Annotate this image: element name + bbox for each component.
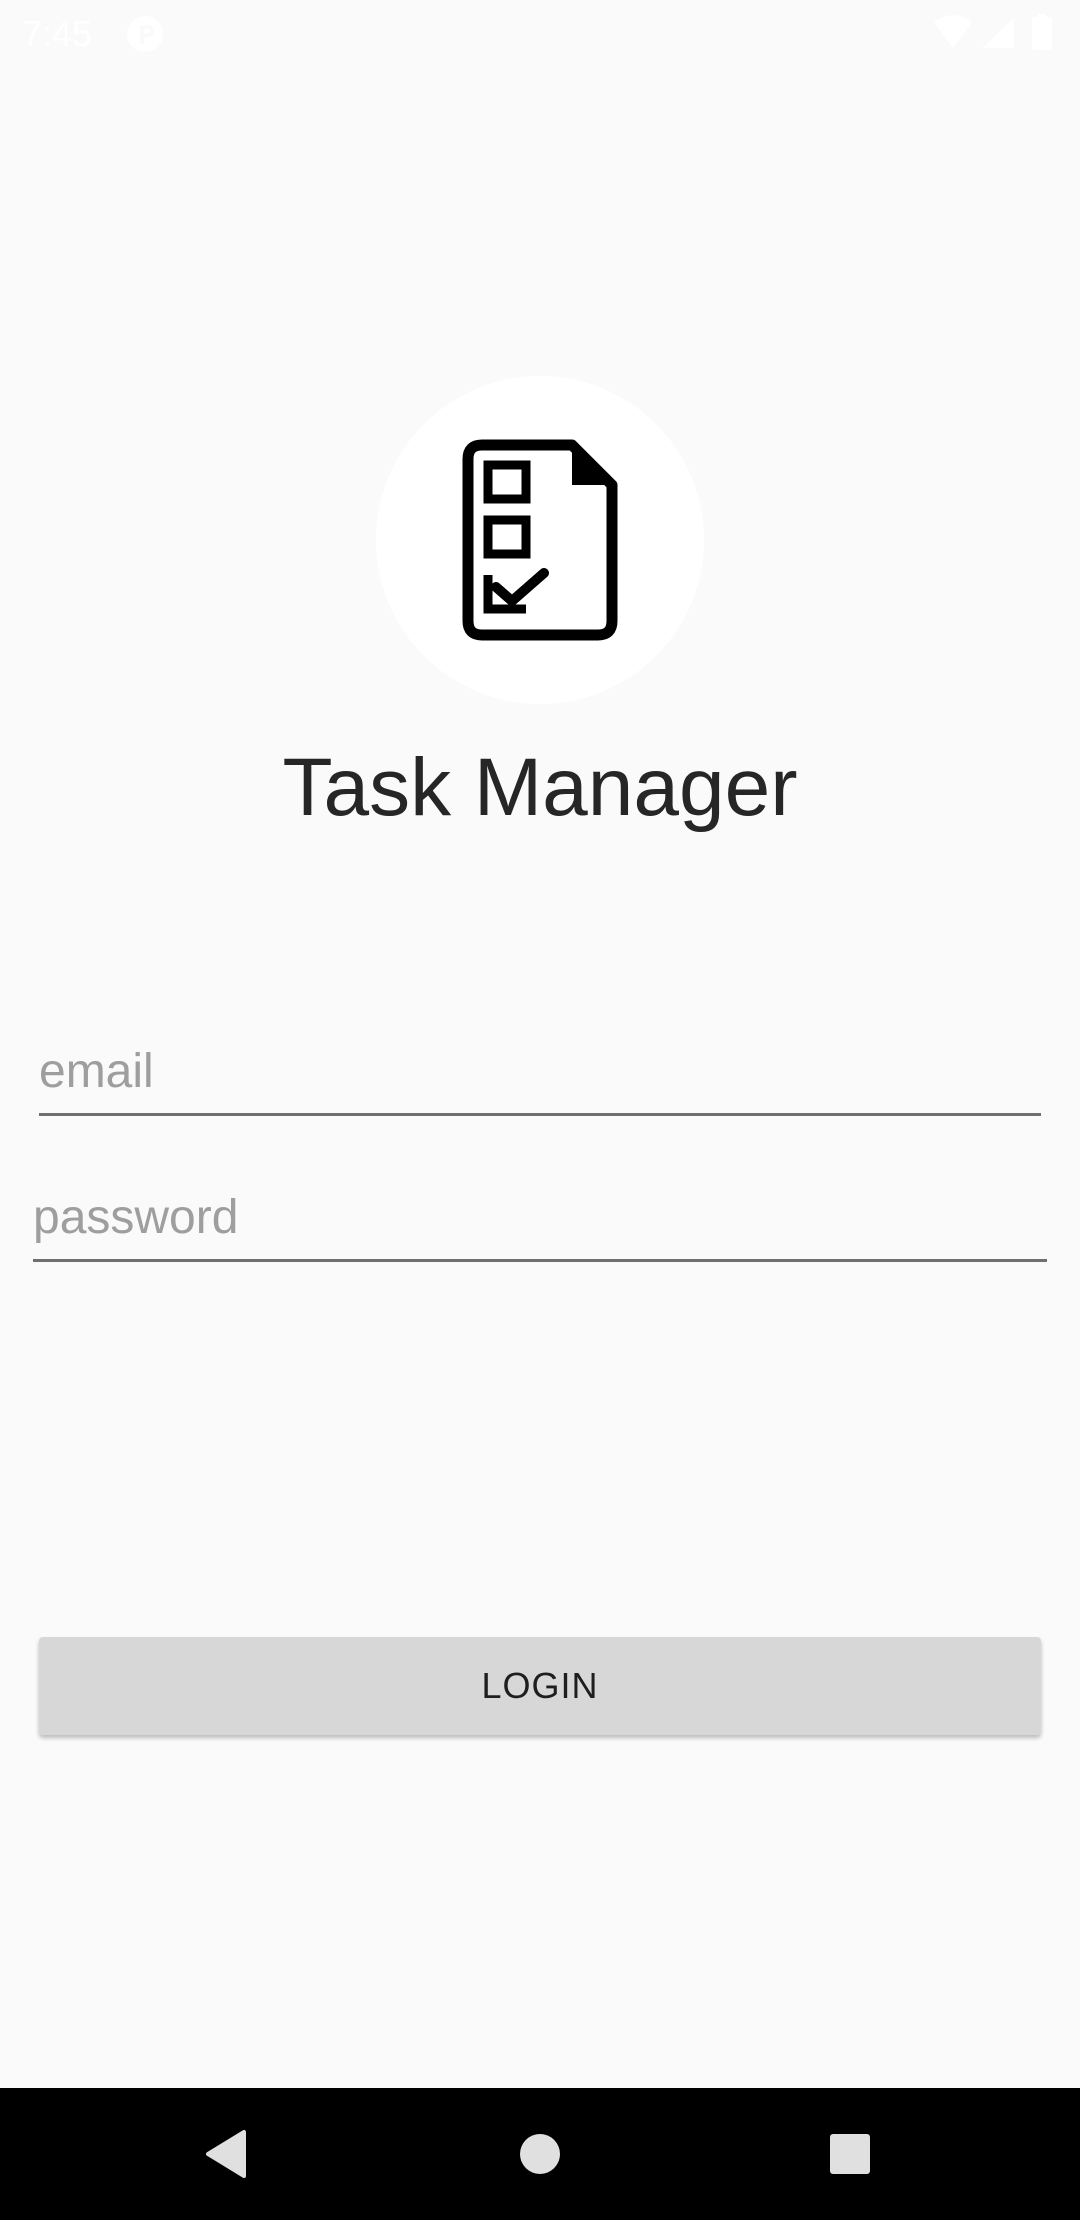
notification-icon (126, 15, 164, 53)
app-logo (376, 376, 704, 704)
back-icon[interactable] (180, 2108, 272, 2200)
recents-icon[interactable] (804, 2108, 896, 2200)
login-button[interactable]: LOGIN (39, 1637, 1041, 1735)
home-icon[interactable] (494, 2108, 586, 2200)
battery-icon (1032, 14, 1052, 50)
wifi-icon (934, 15, 972, 48)
checklist-document-icon (462, 439, 618, 641)
signal-icon (982, 18, 1014, 48)
status-time: 7:45 (22, 13, 93, 54)
password-field[interactable] (33, 1186, 1047, 1262)
app-title: Task Manager (282, 742, 798, 833)
status-icons (932, 14, 1062, 54)
email-field[interactable] (39, 1040, 1041, 1116)
status-bar: 7:45 (0, 0, 1080, 66)
navigation-bar (0, 2088, 1080, 2220)
